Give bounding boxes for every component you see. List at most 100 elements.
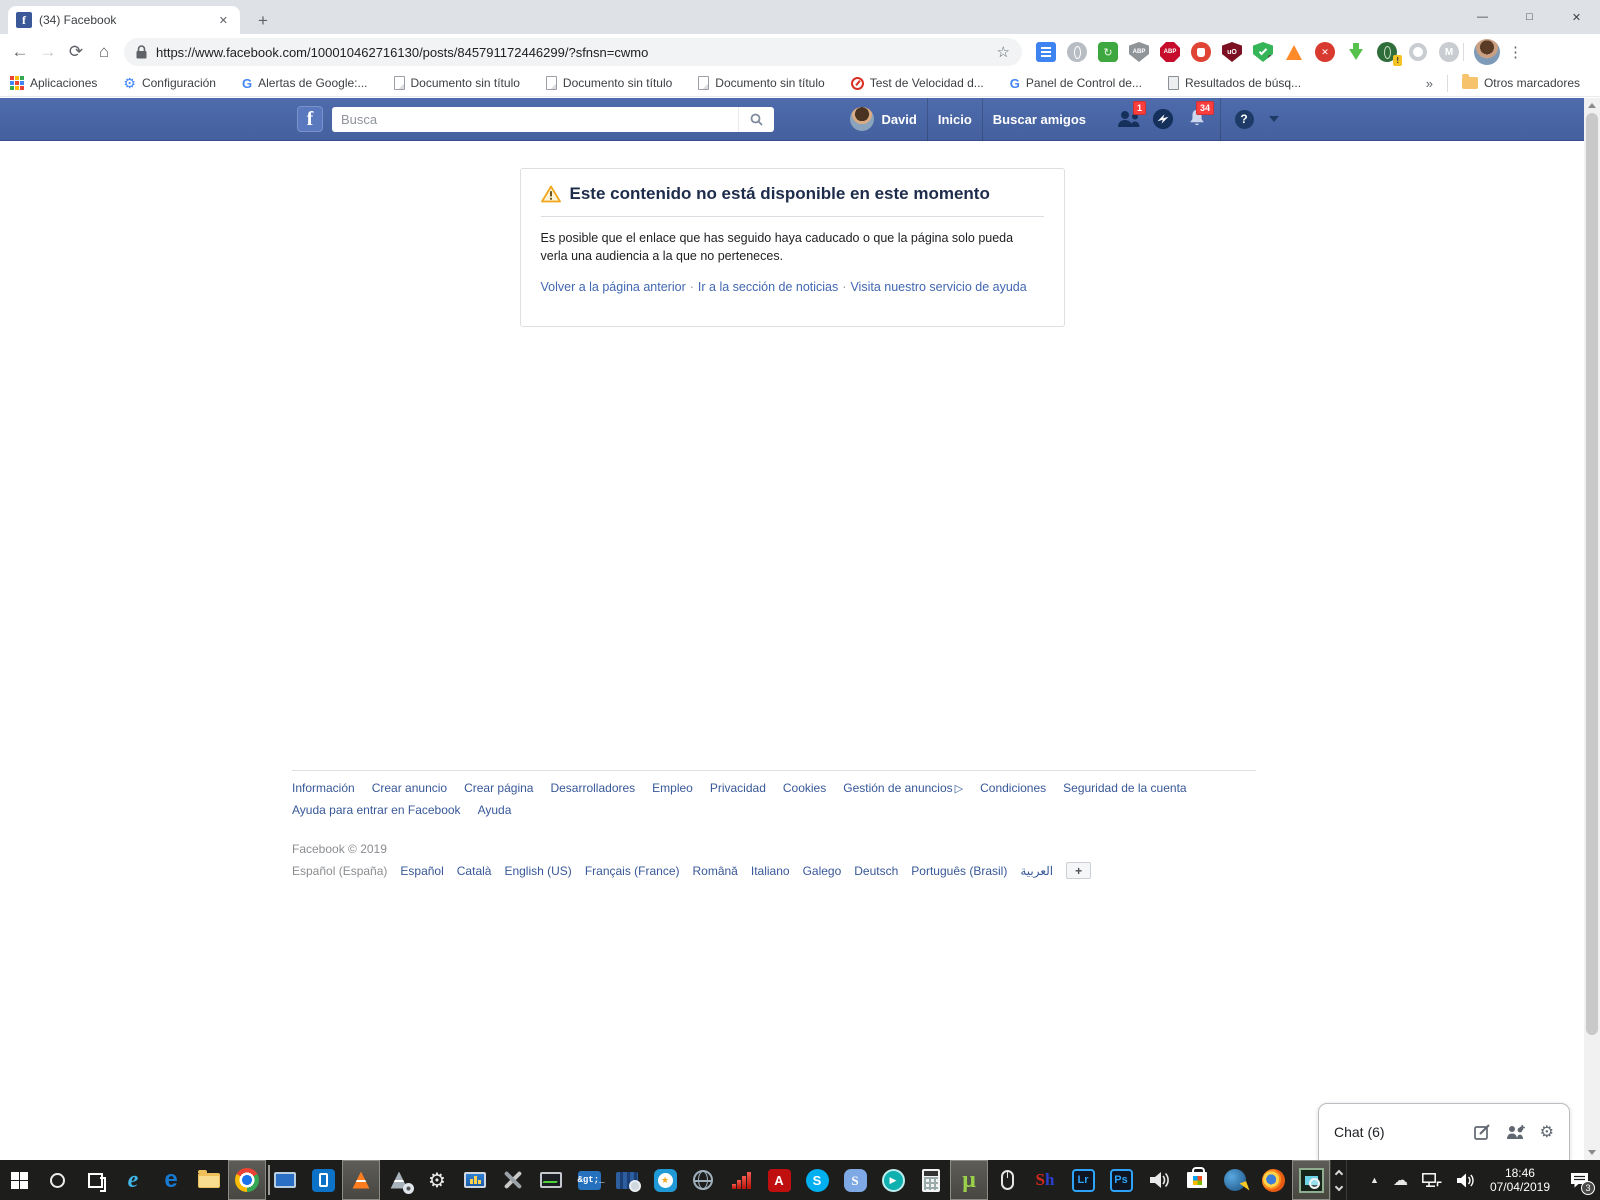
translate-extension-icon[interactable]	[1036, 42, 1056, 62]
taskbar-settings[interactable]: ⚙	[418, 1160, 456, 1200]
search-input[interactable]	[332, 112, 738, 127]
vlc-cone-extension-icon[interactable]	[1284, 42, 1304, 62]
taskbar-task-view[interactable]	[76, 1160, 114, 1200]
taskbar-cortana[interactable]	[38, 1160, 76, 1200]
maximize-button[interactable]: □	[1506, 0, 1553, 34]
taskbar-speaker-app[interactable]	[1140, 1160, 1178, 1200]
footer-link[interactable]: Ayuda	[478, 803, 512, 817]
language-link[interactable]: Italiano	[751, 864, 790, 878]
find-friends-link[interactable]: Buscar amigos	[983, 98, 1096, 140]
footer-link[interactable]: Información	[292, 781, 355, 795]
onedrive-cloud-icon[interactable]: ☁	[1386, 1160, 1415, 1200]
search-button[interactable]	[738, 107, 774, 132]
taskbar-utorrent-active[interactable]: µ	[950, 1160, 988, 1200]
taskbar-internet-explorer[interactable]: e	[114, 1160, 152, 1200]
taskbar-clock[interactable]: 18:46 07/04/2019	[1482, 1166, 1558, 1194]
language-link[interactable]: Português (Brasil)	[911, 864, 1007, 878]
taskbar-skype[interactable]: S	[798, 1160, 836, 1200]
home-icon[interactable]: ⌂	[90, 38, 118, 66]
taskbar-media-player[interactable]: ▶	[874, 1160, 912, 1200]
profile-avatar[interactable]	[850, 107, 874, 131]
back-to-previous-link[interactable]: Volver a la página anterior	[541, 280, 686, 294]
bookmark-item-document-2[interactable]: Documento sin título	[546, 76, 672, 90]
apps-shortcut[interactable]: Aplicaciones	[10, 76, 97, 90]
taskbar-firefox[interactable]	[1254, 1160, 1292, 1200]
profile-link[interactable]: David	[881, 98, 926, 140]
taskbar-scroll[interactable]	[1330, 1160, 1347, 1200]
bookmark-item-document-1[interactable]: Documento sin título	[394, 76, 520, 90]
taskbar-file-explorer[interactable]	[190, 1160, 228, 1200]
scroll-down-icon[interactable]	[1334, 1182, 1342, 1190]
taskbar-calculator[interactable]	[912, 1160, 950, 1200]
adblock-hand-extension-icon[interactable]	[1191, 42, 1211, 62]
footer-link[interactable]: Empleo	[652, 781, 693, 795]
language-link[interactable]: Galego	[803, 864, 842, 878]
close-button[interactable]: ✕	[1553, 0, 1600, 34]
footer-link[interactable]: Ayuda para entrar en Facebook	[292, 803, 461, 817]
language-link[interactable]: Română	[693, 864, 738, 878]
taskbar-photoshop[interactable]: Ps	[1102, 1160, 1140, 1200]
browser-profile-avatar[interactable]	[1474, 39, 1500, 65]
hidden-icons-button[interactable]: ▲	[1363, 1160, 1386, 1200]
scrollbar-up-arrow[interactable]	[1584, 98, 1600, 113]
taskbar-window-search[interactable]	[608, 1160, 646, 1200]
add-language-button[interactable]: +	[1066, 862, 1091, 879]
help-button[interactable]: ?	[1227, 98, 1261, 140]
taskbar-powershell[interactable]: &gt;_	[570, 1160, 608, 1200]
messenger-button[interactable]	[1146, 98, 1180, 140]
taskbar-globe-app[interactable]	[684, 1160, 722, 1200]
new-tab-button[interactable]: +	[250, 8, 276, 34]
taskbar-sh-app[interactable]: Sh	[1026, 1160, 1064, 1200]
taskbar-vlc-active[interactable]	[342, 1160, 380, 1200]
taskbar-microsoft-store[interactable]	[1178, 1160, 1216, 1200]
bookmark-item-speed-test[interactable]: Test de Velocidad d...	[851, 76, 984, 90]
language-link[interactable]: Français (France)	[585, 864, 680, 878]
scroll-up-icon[interactable]	[1334, 1169, 1342, 1177]
network-icon[interactable]	[1415, 1160, 1449, 1200]
globe-alert-extension-icon[interactable]: !	[1377, 42, 1397, 62]
language-link[interactable]: Deutsch	[854, 864, 898, 878]
footer-link[interactable]: Desarrolladores	[550, 781, 635, 795]
taskbar-start-button[interactable]	[0, 1160, 38, 1200]
footer-link[interactable]: Crear anuncio	[372, 781, 447, 795]
ublock-origin-extension-icon[interactable]: uO	[1222, 42, 1242, 62]
disabled-extension-icon[interactable]	[1408, 42, 1428, 62]
bookmark-item-settings[interactable]: ⚙ Configuración	[123, 76, 216, 90]
taskbar-globe-tool[interactable]	[1216, 1160, 1254, 1200]
page-scrollbar[interactable]	[1584, 98, 1600, 1160]
address-bar[interactable]: https://www.facebook.com/100010462716130…	[124, 38, 1022, 66]
m-extension-icon[interactable]: M	[1439, 42, 1459, 62]
visit-help-link[interactable]: Visita nuestro servicio de ayuda	[850, 280, 1026, 294]
adblock-plus-extension-icon[interactable]: ABP	[1160, 42, 1180, 62]
screen-capture-extension-icon[interactable]: ↻	[1098, 42, 1118, 62]
taskbar-mouse-settings[interactable]	[988, 1160, 1026, 1200]
footer-link[interactable]: Cookies	[783, 781, 826, 795]
language-link[interactable]: Català	[457, 864, 492, 878]
taskbar-system-monitor[interactable]	[456, 1160, 494, 1200]
taskbar-screen-magnifier-active[interactable]	[1292, 1160, 1330, 1200]
taskbar-your-phone[interactable]	[304, 1160, 342, 1200]
url-text[interactable]: https://www.facebook.com/100010462716130…	[156, 45, 989, 60]
friend-requests-button[interactable]: 1	[1112, 98, 1146, 140]
footer-link[interactable]: Privacidad	[710, 781, 766, 795]
footer-link[interactable]: Condiciones	[980, 781, 1046, 795]
taskbar-acrobat-reader[interactable]: A	[760, 1160, 798, 1200]
language-link[interactable]: Español	[400, 864, 443, 878]
bookmark-star-icon[interactable]: ☆	[997, 43, 1010, 61]
forward-icon[interactable]: →	[34, 38, 62, 66]
home-link[interactable]: Inicio	[928, 98, 982, 140]
taskbar-red-chart-app[interactable]	[722, 1160, 760, 1200]
action-center-button[interactable]: 3	[1558, 1160, 1600, 1200]
footer-link[interactable]: Seguridad de la cuenta	[1063, 781, 1186, 795]
bookmark-item-search-results[interactable]: Resultados de búsq...	[1168, 76, 1301, 90]
blocker-extension-icon[interactable]: ✕	[1315, 42, 1335, 62]
browser-tab[interactable]: f (34) Facebook ✕	[8, 6, 240, 34]
notifications-button[interactable]: 34	[1180, 98, 1214, 140]
minimize-button[interactable]: —	[1459, 0, 1506, 34]
new-message-icon[interactable]	[1474, 1124, 1491, 1141]
taskbar-samsung-flow[interactable]: S	[836, 1160, 874, 1200]
taskbar-lightroom[interactable]: Lr	[1064, 1160, 1102, 1200]
ads-shield-extension-icon[interactable]: ABP	[1129, 42, 1149, 62]
bookmark-item-google-alerts[interactable]: G Alertas de Google:...	[242, 76, 368, 91]
facebook-logo[interactable]: f	[297, 106, 323, 132]
